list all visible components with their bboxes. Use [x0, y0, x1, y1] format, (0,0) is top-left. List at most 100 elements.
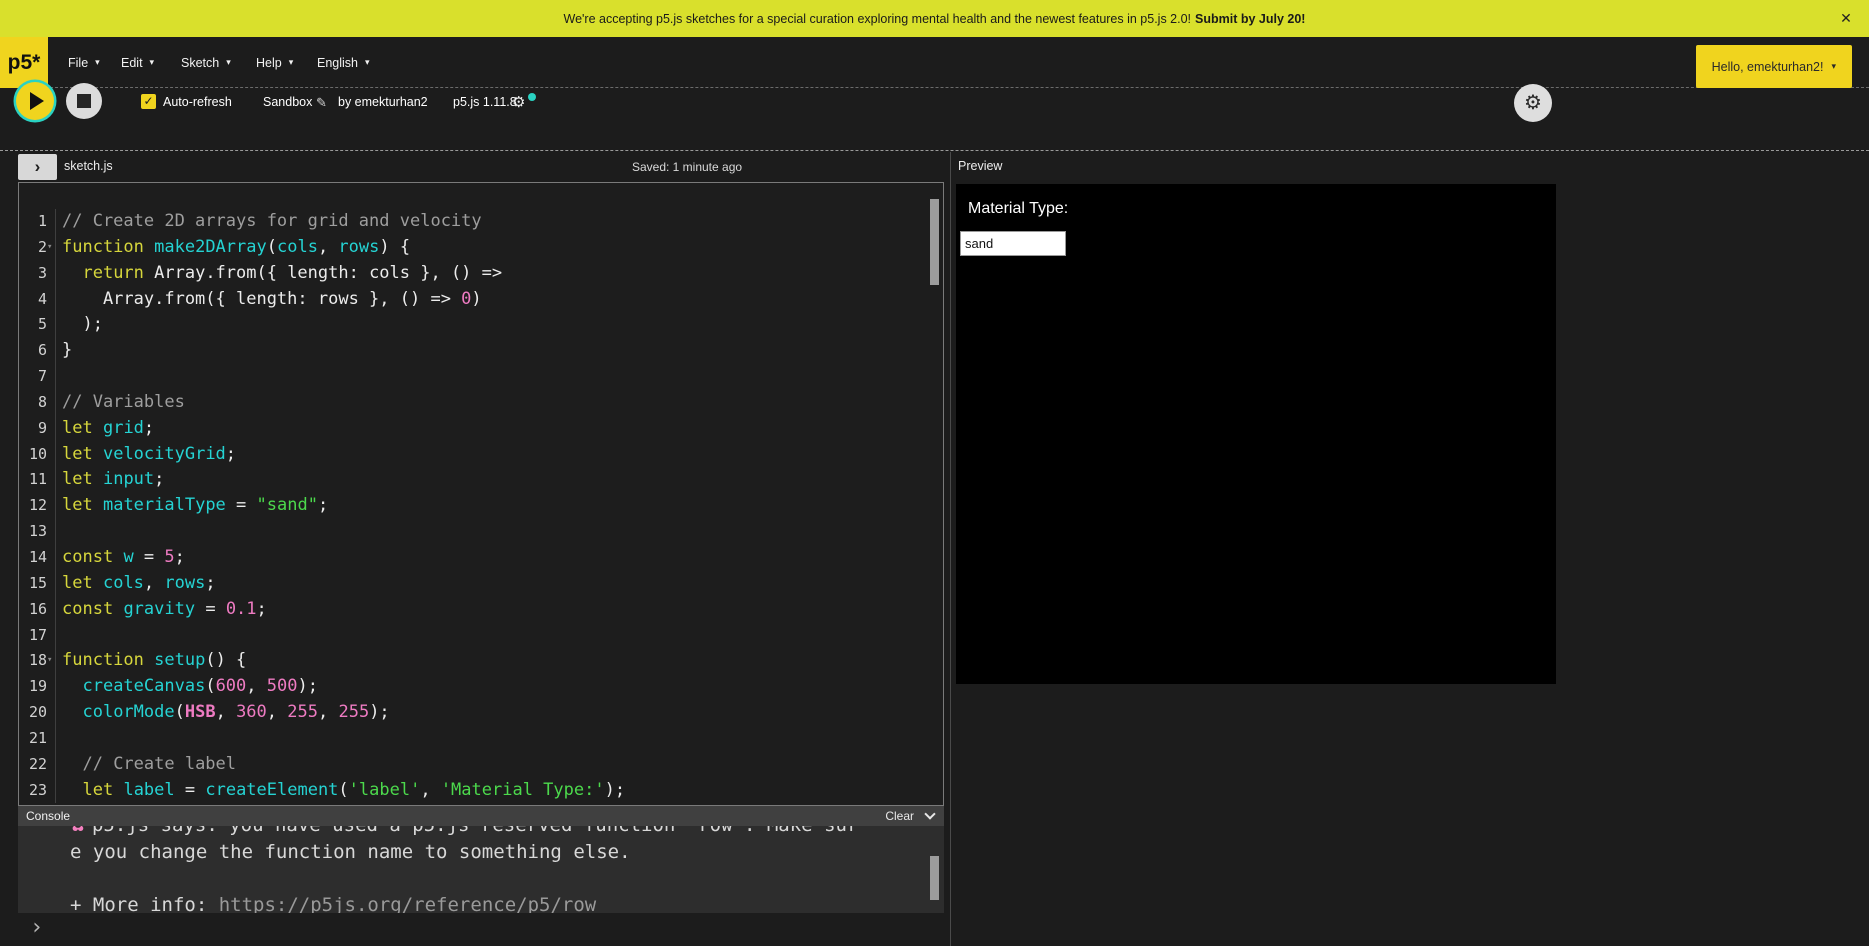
chevron-down-icon: ▾ — [226, 57, 231, 68]
line-number: 14 — [19, 545, 47, 571]
code-text[interactable]: let label = createElement('label', 'Mate… — [56, 778, 625, 804]
code-line: 8// Variables — [19, 390, 943, 416]
line-number: 7 — [19, 364, 47, 390]
gutter: 22 — [19, 752, 56, 778]
code-text[interactable] — [56, 726, 62, 752]
line-number: 18 — [19, 648, 47, 674]
edit-project-name-icon[interactable]: ✎ — [316, 95, 327, 111]
code-line: 5 ); — [19, 312, 943, 338]
play-icon — [30, 92, 44, 110]
code-text[interactable]: let grid; — [56, 416, 154, 442]
autorefresh-checkbox[interactable]: ✓ — [141, 94, 156, 109]
code-text[interactable]: return Array.from({ length: cols }, () =… — [56, 261, 502, 287]
code-line: 22 // Create label — [19, 752, 943, 778]
code-text[interactable]: let input; — [56, 467, 164, 493]
console-title: Console — [26, 809, 70, 823]
menu-language[interactable]: English▾ — [317, 37, 370, 88]
code-line: 6} — [19, 338, 943, 364]
line-number: 21 — [19, 726, 47, 752]
gutter: 19 — [19, 674, 56, 700]
autorefresh-label: Auto-refresh — [163, 95, 232, 109]
line-number: 5 — [19, 312, 47, 338]
gutter: 14 — [19, 545, 56, 571]
p5-logo[interactable]: p5* — [0, 37, 48, 88]
p5-version: p5.js 1.11.8 — [453, 95, 517, 109]
fold-arrow-icon[interactable]: ▾ — [47, 648, 52, 674]
gutter: 17 — [19, 623, 56, 649]
code-text[interactable]: function make2DArray(cols, rows) { — [56, 235, 410, 261]
menu-file[interactable]: File▾ — [68, 37, 100, 88]
code-text[interactable]: // Create 2D arrays for grid and velocit… — [56, 209, 482, 235]
console-line — [70, 865, 944, 892]
code-text[interactable]: function setup() { — [56, 648, 246, 674]
account-menu-button[interactable]: Hello, emekturhan2!▾ — [1696, 45, 1852, 88]
console-collapse-icon[interactable] — [924, 808, 935, 819]
project-name[interactable]: Sandbox — [263, 95, 312, 109]
console-line: ✿ p5.js says: you have used a p5.js rese… — [70, 826, 944, 839]
panel-divider[interactable] — [950, 152, 951, 946]
chevron-down-icon: ▾ — [365, 57, 370, 68]
code-text[interactable]: let materialType = "sand"; — [56, 493, 328, 519]
console-prompt-icon[interactable]: › — [30, 915, 43, 940]
stop-sketch-button[interactable] — [66, 83, 102, 119]
tab-sketch-js[interactable]: sketch.js — [64, 159, 113, 173]
chevron-down-icon: ▾ — [1831, 61, 1836, 72]
reference-link[interactable]: https://p5js.org/reference/p5/row — [219, 894, 597, 914]
settings-gear-button[interactable]: ⚙ — [1514, 84, 1552, 122]
code-text[interactable]: // Variables — [56, 390, 185, 416]
gutter: 18▾ — [19, 648, 56, 674]
code-text[interactable]: createCanvas(600, 500); — [56, 674, 318, 700]
code-text[interactable] — [56, 519, 62, 545]
code-text[interactable] — [56, 364, 62, 390]
line-number: 4 — [19, 287, 47, 313]
gutter: 1 — [19, 209, 56, 235]
gutter: 9 — [19, 416, 56, 442]
gutter: 15 — [19, 571, 56, 597]
gutter: 20 — [19, 700, 56, 726]
gutter: 23 — [19, 778, 56, 804]
code-text[interactable] — [56, 623, 62, 649]
code-line: 13 — [19, 519, 943, 545]
code-text[interactable]: let velocityGrid; — [56, 442, 236, 468]
code-line: 9let grid; — [19, 416, 943, 442]
code-text[interactable]: // Create label — [56, 752, 236, 778]
project-byline: by emekturhan2 — [338, 95, 428, 109]
console-header: Console Clear — [18, 806, 944, 826]
gutter: 11 — [19, 467, 56, 493]
code-editor[interactable]: 1// Create 2D arrays for grid and veloci… — [18, 182, 944, 806]
code-text[interactable]: } — [56, 338, 72, 364]
gutter: 13 — [19, 519, 56, 545]
code-line: 10let velocityGrid; — [19, 442, 943, 468]
code-text[interactable]: const w = 5; — [56, 545, 185, 571]
gutter: 4 — [19, 287, 56, 313]
menu-edit[interactable]: Edit▾ — [121, 37, 154, 88]
editor-scrollbar[interactable] — [930, 199, 939, 285]
flower-icon: ✿ — [70, 826, 92, 836]
code-line: 17 — [19, 623, 943, 649]
code-line: 11let input; — [19, 467, 943, 493]
menu-sketch[interactable]: Sketch▾ — [181, 37, 231, 88]
code-text[interactable]: const gravity = 0.1; — [56, 597, 267, 623]
version-settings-gear-icon[interactable]: ⚙ — [512, 93, 525, 111]
code-line: 4 Array.from({ length: rows }, () => 0) — [19, 287, 943, 313]
code-text[interactable]: let cols, rows; — [56, 571, 216, 597]
run-sketch-button[interactable] — [16, 82, 54, 120]
line-number: 16 — [19, 597, 47, 623]
preview-title: Preview — [958, 159, 1002, 173]
code-text[interactable]: Array.from({ length: rows }, () => 0) — [56, 287, 482, 313]
code-text[interactable]: colorMode(HSB, 360, 255, 255); — [56, 700, 390, 726]
gutter: 16 — [19, 597, 56, 623]
material-type-input[interactable] — [960, 231, 1066, 256]
code-line: 21 — [19, 726, 943, 752]
sketch-canvas[interactable] — [956, 184, 1556, 684]
menu-help[interactable]: Help▾ — [256, 37, 293, 88]
p5-web-editor: We're accepting p5.js sketches for a spe… — [0, 0, 1869, 946]
gutter: 3 — [19, 261, 56, 287]
console-clear-button[interactable]: Clear — [885, 809, 914, 823]
sidebar-expander-button[interactable]: › — [18, 154, 57, 180]
gutter: 21 — [19, 726, 56, 752]
console-scrollbar[interactable] — [930, 856, 939, 900]
code-text[interactable]: ); — [56, 312, 103, 338]
close-icon[interactable]: ✕ — [1837, 9, 1855, 27]
fold-arrow-icon[interactable]: ▾ — [47, 235, 52, 261]
